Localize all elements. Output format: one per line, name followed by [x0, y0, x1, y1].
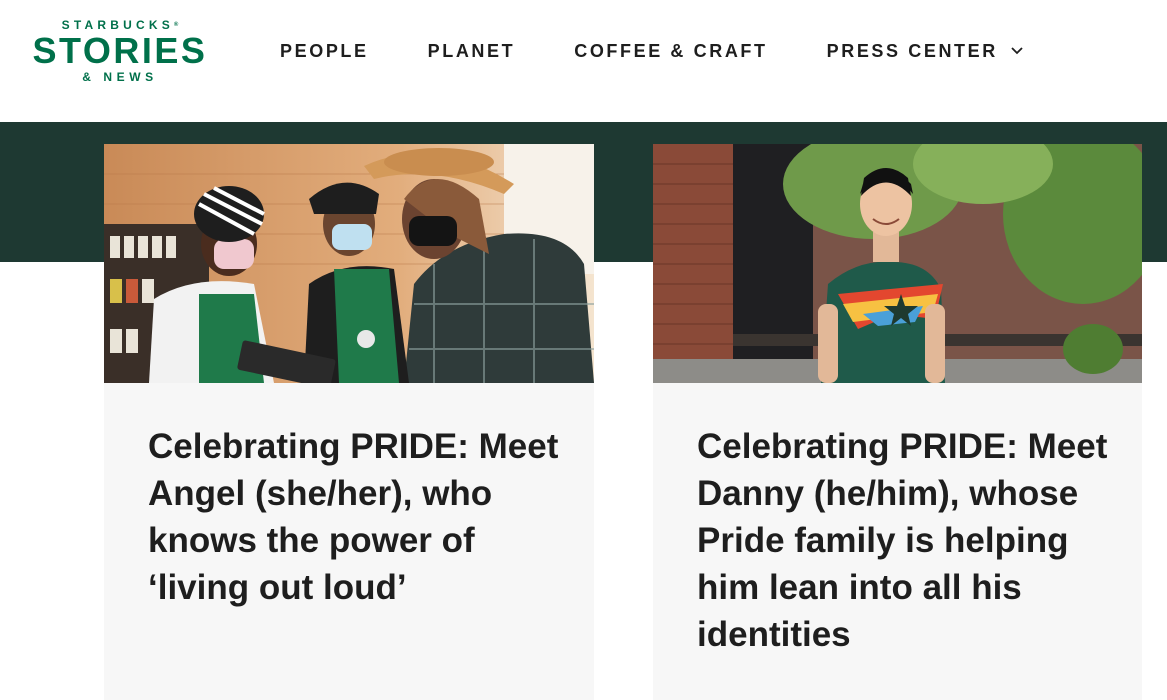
nav-label: PEOPLE: [280, 40, 369, 61]
logo-line-stories: STORIES: [32, 30, 208, 71]
main-nav: PEOPLE PLANET COFFEE & CRAFT PRESS CENTE…: [280, 40, 1024, 62]
nav-item-press-center[interactable]: PRESS CENTER: [827, 41, 1024, 62]
story-image-danny: [653, 144, 1142, 383]
story-card-danny[interactable]: Celebrating PRIDE: Meet Danny (he/him), …: [653, 144, 1142, 700]
nav-label: PLANET: [427, 40, 516, 61]
chevron-down-icon: [1011, 47, 1023, 55]
story-photo-danny: [653, 144, 1142, 383]
nav-label: PRESS CENTER: [826, 40, 998, 61]
story-card-angel[interactable]: Celebrating PRIDE: Meet Angel (she/her),…: [104, 144, 594, 700]
nav-label: COFFEE & CRAFT: [574, 40, 768, 61]
logo-line-news: & NEWS: [82, 70, 158, 84]
site-header: STARBUCKS® STORIES & NEWS PEOPLE PLANET …: [0, 0, 1167, 122]
nav-item-people[interactable]: PEOPLE: [280, 41, 369, 62]
stories-news-logo[interactable]: STARBUCKS® STORIES & NEWS: [30, 18, 210, 94]
story-title[interactable]: Celebrating PRIDE: Meet Danny (he/him), …: [697, 423, 1117, 658]
story-title[interactable]: Celebrating PRIDE: Meet Angel (she/her),…: [148, 423, 568, 611]
nav-item-coffee-craft[interactable]: COFFEE & CRAFT: [574, 41, 767, 62]
nav-item-planet[interactable]: PLANET: [428, 41, 516, 62]
story-photo-baristas: [104, 144, 594, 383]
story-image-angel: [104, 144, 594, 383]
